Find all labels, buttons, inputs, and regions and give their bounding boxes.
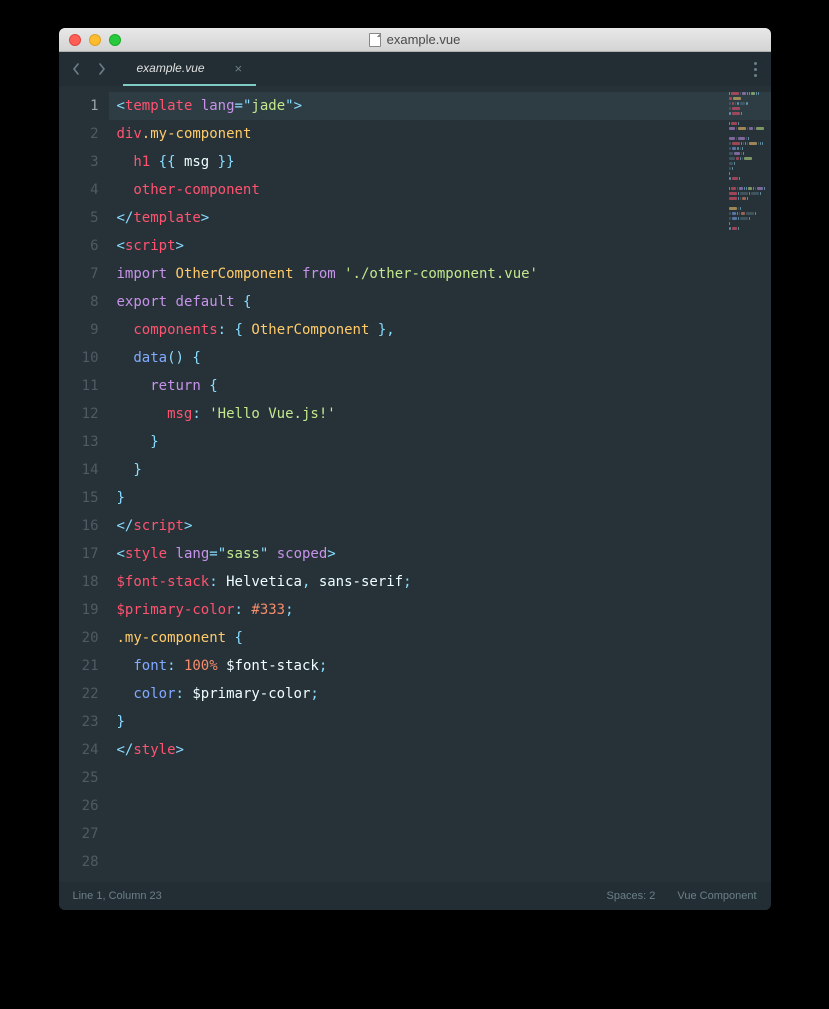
line-number: 14 [59, 456, 99, 484]
nav-back-button[interactable] [65, 58, 87, 80]
line-number: 3 [59, 148, 99, 176]
line-number: 28 [59, 848, 99, 876]
line-number: 20 [59, 624, 99, 652]
code-line[interactable]: div.my-component [109, 120, 771, 148]
line-number: 22 [59, 680, 99, 708]
code-line[interactable]: return { [109, 372, 771, 400]
nav-arrows [59, 52, 119, 86]
line-number: 13 [59, 428, 99, 456]
line-number: 2 [59, 120, 99, 148]
more-menu-button[interactable] [750, 52, 761, 86]
line-number: 4 [59, 176, 99, 204]
close-window-button[interactable] [69, 34, 81, 46]
code-line[interactable]: export default { [109, 288, 771, 316]
line-number: 11 [59, 372, 99, 400]
nav-forward-button[interactable] [91, 58, 113, 80]
line-number: 24 [59, 736, 99, 764]
code-line[interactable]: msg: 'Hello Vue.js!' [109, 400, 771, 428]
code-line[interactable]: h1 {{ msg }} [109, 148, 771, 176]
tab-label: example.vue [137, 61, 205, 75]
cursor-position[interactable]: Line 1, Column 23 [73, 890, 162, 902]
line-number: 6 [59, 232, 99, 260]
indent-setting[interactable]: Spaces: 2 [606, 890, 655, 902]
window-title: example.vue [387, 32, 461, 47]
line-number: 5 [59, 204, 99, 232]
code-line[interactable]: .my-component { [109, 624, 771, 652]
code-line[interactable]: </script> [109, 512, 771, 540]
code-line[interactable]: } [109, 428, 771, 456]
line-number: 10 [59, 344, 99, 372]
code-line[interactable]: color: $primary-color; [109, 680, 771, 708]
line-number: 15 [59, 484, 99, 512]
code-line[interactable]: $font-stack: Helvetica, sans-serif; [109, 568, 771, 596]
code-line[interactable]: </style> [109, 736, 771, 764]
code-line[interactable]: <script> [109, 232, 771, 260]
line-number: 26 [59, 792, 99, 820]
code-line[interactable]: components: { OtherComponent }, [109, 316, 771, 344]
line-number: 8 [59, 288, 99, 316]
code-line[interactable]: </template> [109, 204, 771, 232]
zoom-window-button[interactable] [109, 34, 121, 46]
line-number: 19 [59, 596, 99, 624]
line-number: 1 [59, 92, 99, 120]
chevron-left-icon [72, 63, 80, 75]
minimize-window-button[interactable] [89, 34, 101, 46]
line-number: 23 [59, 708, 99, 736]
line-number: 12 [59, 400, 99, 428]
line-number: 21 [59, 652, 99, 680]
line-number: 7 [59, 260, 99, 288]
line-number: 17 [59, 540, 99, 568]
line-number: 16 [59, 512, 99, 540]
code-line[interactable]: <style lang="sass" scoped> [109, 540, 771, 568]
code-line[interactable]: other-component [109, 176, 771, 204]
code-line[interactable]: } [109, 708, 771, 736]
tabbar: example.vue × [59, 52, 771, 86]
tab-close-button[interactable]: × [235, 61, 243, 76]
file-icon [369, 33, 381, 47]
code-line[interactable]: } [109, 484, 771, 512]
window-title-wrap: example.vue [59, 32, 771, 47]
code-area[interactable]: <template lang="jade">div.my-component h… [109, 86, 771, 882]
chevron-right-icon [98, 63, 106, 75]
line-number: 25 [59, 764, 99, 792]
tab-active[interactable]: example.vue × [123, 52, 257, 86]
editor[interactable]: 1234567891011121314151617181920212223242… [59, 86, 771, 882]
line-number: 9 [59, 316, 99, 344]
gutter: 1234567891011121314151617181920212223242… [59, 86, 109, 882]
code-line[interactable]: font: 100% $font-stack; [109, 652, 771, 680]
code-line[interactable]: data() { [109, 344, 771, 372]
syntax-mode[interactable]: Vue Component [677, 890, 756, 902]
editor-window: example.vue example.vue × 12345678910111… [59, 28, 771, 910]
code-line[interactable]: } [109, 456, 771, 484]
traffic-lights [59, 34, 121, 46]
line-number: 18 [59, 568, 99, 596]
line-number: 27 [59, 820, 99, 848]
code-line[interactable]: <template lang="jade"> [109, 92, 771, 120]
titlebar: example.vue [59, 28, 771, 52]
code-line[interactable]: $primary-color: #333; [109, 596, 771, 624]
dots-vertical-icon [754, 62, 757, 65]
statusbar: Line 1, Column 23 Spaces: 2 Vue Componen… [59, 882, 771, 910]
code-line[interactable]: import OtherComponent from './other-comp… [109, 260, 771, 288]
